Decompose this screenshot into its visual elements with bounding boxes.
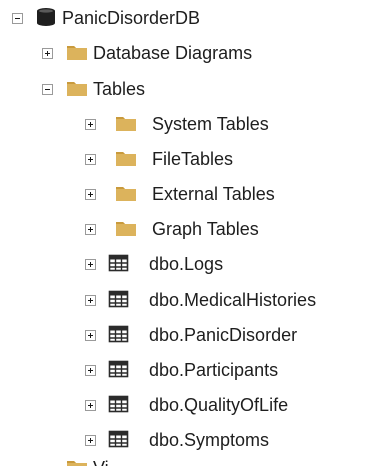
table-label: dbo.MedicalHistories xyxy=(149,290,317,310)
tree-node-table[interactable]: dbo.MedicalHistories xyxy=(0,284,368,318)
table-icon xyxy=(108,324,130,344)
folder-icon xyxy=(66,42,88,62)
expand-toggle[interactable] xyxy=(85,224,96,235)
tree-node-database[interactable]: PanicDisorderDB xyxy=(0,2,368,36)
expand-toggle[interactable] xyxy=(85,330,96,341)
folder-icon xyxy=(66,457,88,466)
expand-toggle[interactable] xyxy=(85,154,96,165)
table-icon xyxy=(108,429,130,449)
table-icon xyxy=(108,359,130,379)
tree-node-external-tables[interactable]: External Tables xyxy=(0,178,368,212)
expand-toggle[interactable] xyxy=(42,48,53,59)
table-label: dbo.Logs xyxy=(149,254,224,274)
table-label: dbo.PanicDisorder xyxy=(149,325,298,345)
folder-icon xyxy=(66,78,88,98)
tree-node-table[interactable]: dbo.Participants xyxy=(0,354,368,388)
tree-node-views-partial[interactable]: Vi xyxy=(0,452,368,466)
folder-label: Graph Tables xyxy=(152,219,259,239)
tree-node-graph-tables[interactable]: Graph Tables xyxy=(0,213,368,247)
folder-icon xyxy=(115,113,137,133)
folder-icon xyxy=(115,148,137,168)
collapse-toggle[interactable] xyxy=(12,13,23,24)
expand-toggle[interactable] xyxy=(85,119,96,130)
table-icon xyxy=(108,253,130,273)
folder-label: Vi xyxy=(93,457,109,466)
database-icon xyxy=(35,7,57,27)
object-explorer-tree: PanicDisorderDB Database Diagrams Tables xyxy=(0,0,368,466)
tree-node-system-tables[interactable]: System Tables xyxy=(0,108,368,142)
folder-label: Tables xyxy=(93,79,146,99)
expand-toggle[interactable] xyxy=(85,295,96,306)
folder-icon xyxy=(115,183,137,203)
tree-node-table[interactable]: dbo.QualityOfLife xyxy=(0,389,368,423)
expand-toggle[interactable] xyxy=(85,259,96,270)
expand-toggle[interactable] xyxy=(85,435,96,446)
tree-node-table[interactable]: dbo.PanicDisorder xyxy=(0,319,368,353)
folder-label: System Tables xyxy=(152,114,269,134)
table-label: dbo.QualityOfLife xyxy=(149,395,289,415)
table-icon xyxy=(108,394,130,414)
folder-icon xyxy=(115,218,137,238)
table-label: dbo.Participants xyxy=(149,360,279,380)
expand-toggle[interactable] xyxy=(85,189,96,200)
collapse-toggle[interactable] xyxy=(42,84,53,95)
folder-label: FileTables xyxy=(152,149,234,169)
tree-node-tables[interactable]: Tables xyxy=(0,73,368,107)
tree-node-database-diagrams[interactable]: Database Diagrams xyxy=(0,37,368,71)
expand-toggle[interactable] xyxy=(85,365,96,376)
table-icon xyxy=(108,289,130,309)
table-label: dbo.Symptoms xyxy=(149,430,270,450)
folder-label: Database Diagrams xyxy=(93,43,253,63)
tree-node-filetables[interactable]: FileTables xyxy=(0,143,368,177)
tree-node-table[interactable]: dbo.Logs xyxy=(0,248,368,282)
folder-label: External Tables xyxy=(152,184,275,204)
expand-toggle[interactable] xyxy=(85,400,96,411)
database-label: PanicDisorderDB xyxy=(62,8,201,28)
